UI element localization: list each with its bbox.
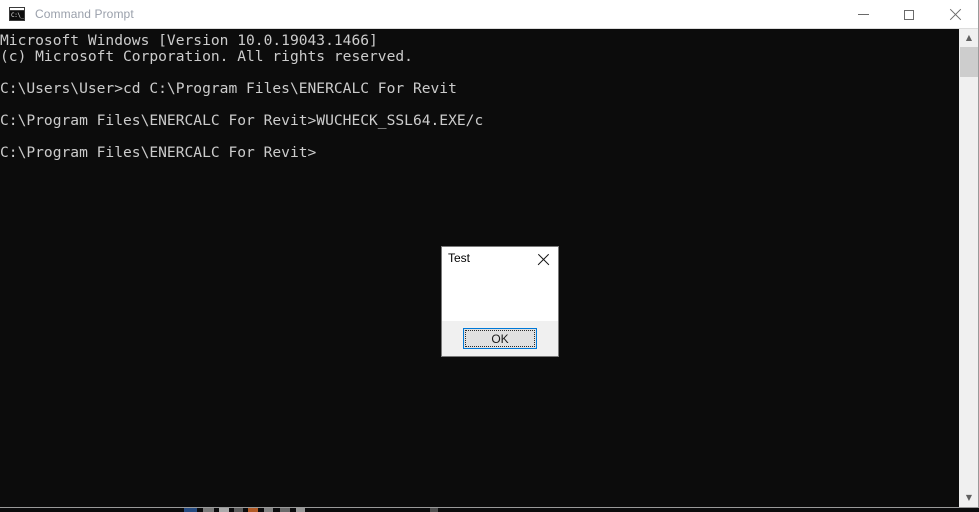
window-title: Command Prompt	[35, 7, 134, 21]
test-dialog[interactable]: Test OK	[441, 246, 559, 357]
scrollbar-thumb[interactable]	[960, 47, 978, 77]
dialog-close-button[interactable]	[530, 249, 556, 271]
maximize-button[interactable]	[886, 0, 932, 29]
window-titlebar[interactable]: C:\_ Command Prompt	[0, 0, 978, 29]
dialog-message	[442, 275, 558, 321]
minimize-icon	[857, 14, 869, 15]
window-controls	[840, 0, 978, 29]
console-output: Microsoft Windows [Version 10.0.19043.14…	[0, 32, 484, 161]
console-scrollbar[interactable]: ▲ ▼	[959, 29, 978, 507]
desktop-background: C:\_ Command Prompt Microsoft Windows [V…	[0, 0, 979, 512]
maximize-icon	[904, 9, 914, 20]
dialog-titlebar[interactable]: Test	[442, 247, 558, 275]
scroll-up-icon[interactable]: ▲	[960, 29, 978, 47]
ok-button-label: OK	[491, 331, 509, 346]
dialog-footer: OK	[442, 321, 558, 356]
minimize-button[interactable]	[840, 0, 886, 29]
icon-screen-text: C:\_	[10, 11, 24, 20]
ok-button[interactable]: OK	[463, 328, 537, 349]
command-prompt-icon: C:\_	[9, 7, 25, 21]
dialog-title: Test	[448, 251, 471, 265]
close-icon	[949, 9, 961, 21]
close-icon	[537, 254, 549, 266]
close-button[interactable]	[932, 0, 978, 29]
scroll-down-icon[interactable]: ▼	[960, 489, 978, 507]
